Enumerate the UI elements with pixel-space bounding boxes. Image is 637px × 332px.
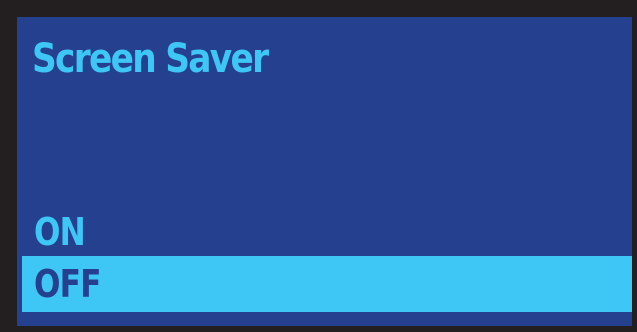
- display-bezel: Screen Saver ON OFF: [0, 0, 637, 332]
- option-on-label: ON: [34, 210, 86, 254]
- menu-title: Screen Saver: [32, 36, 269, 82]
- option-on[interactable]: ON: [22, 205, 632, 260]
- option-off-selected[interactable]: OFF: [22, 256, 632, 312]
- menu-screen: Screen Saver ON OFF: [17, 17, 632, 326]
- option-off-label: OFF: [34, 262, 101, 306]
